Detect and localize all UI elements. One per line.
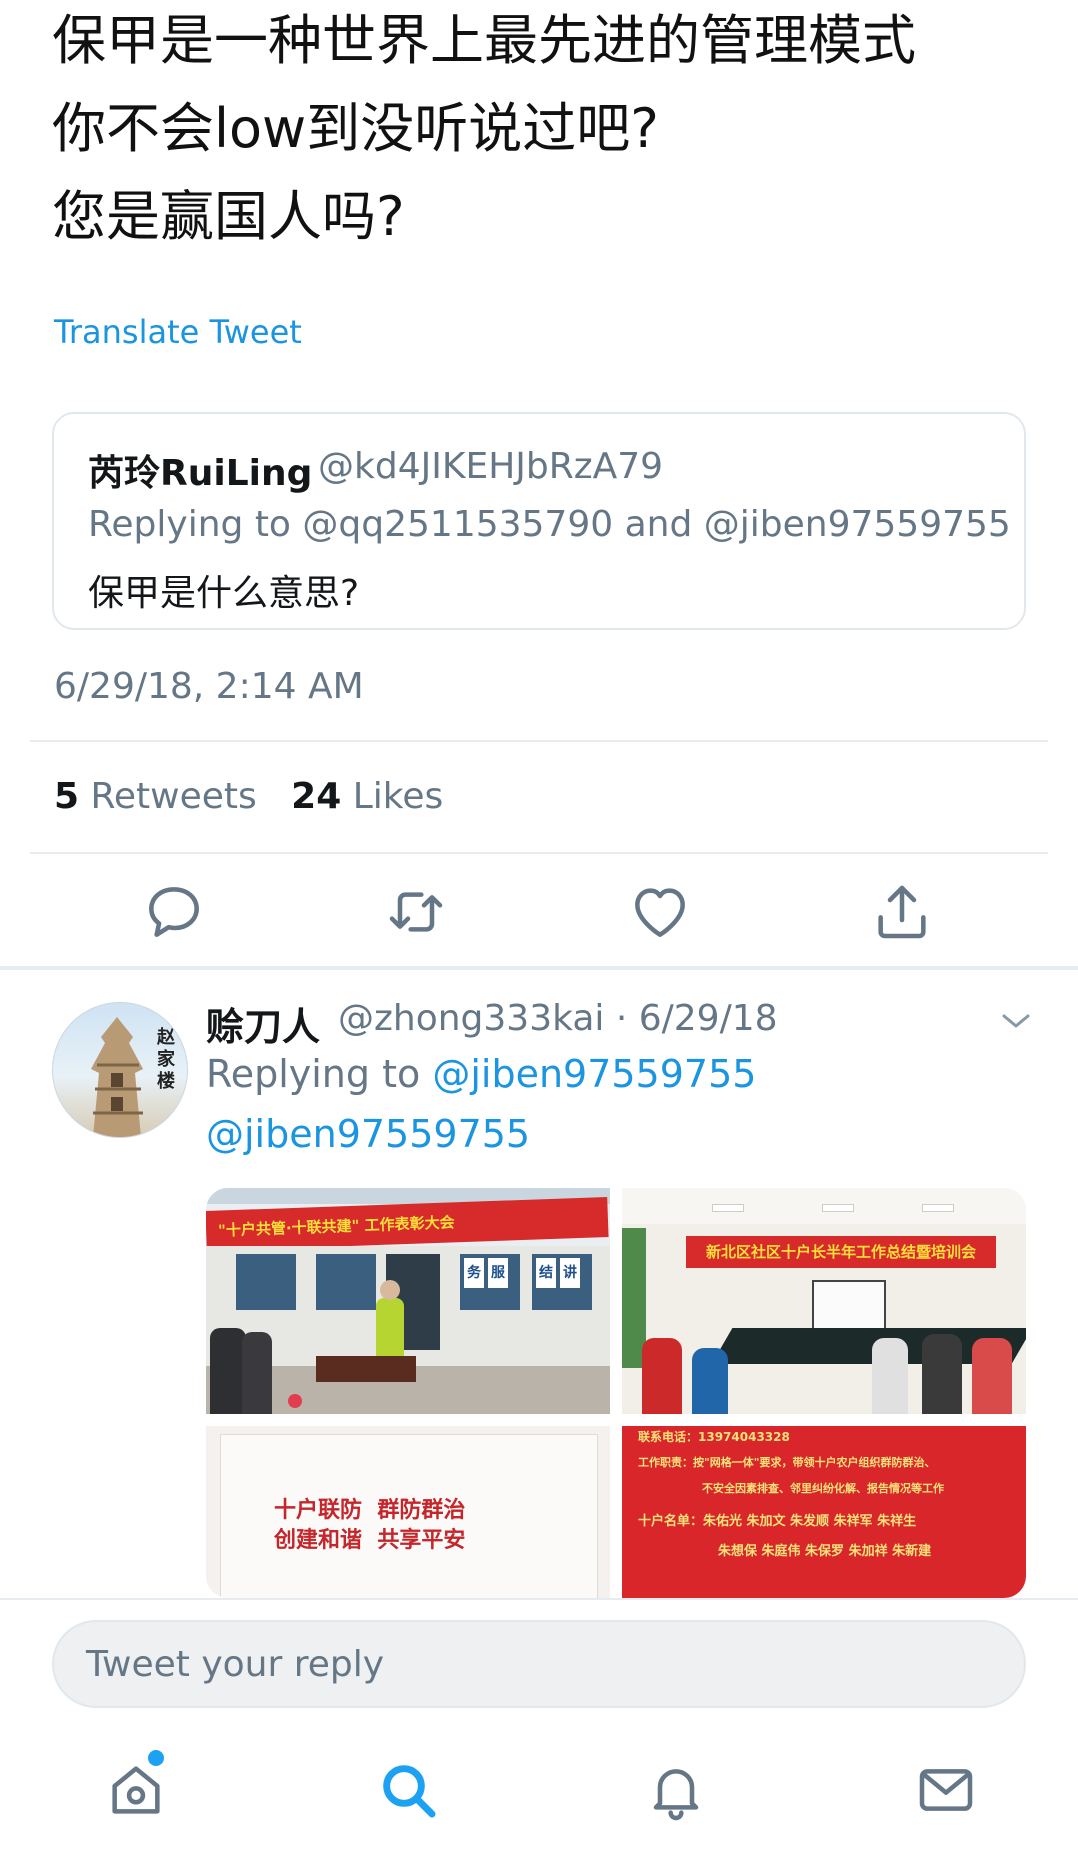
photo-2-light: [822, 1204, 854, 1212]
quoted-replying-to: Replying to @qq2511535790 and @jiben9755…: [88, 504, 1011, 545]
like-icon: [635, 888, 685, 937]
likes-label: Likes: [352, 776, 444, 817]
photo-grid: "十户共管·十联共建" 工作表彰大会 务 服 结 讲 新北区社区十户长半年工作总…: [206, 1188, 1026, 1598]
tweet-text-line-2: 你不会low到没听说过吧?: [52, 97, 659, 160]
chevron-down-icon: [1002, 1014, 1030, 1028]
photo-2-attendee: [922, 1334, 962, 1414]
photo-4-line-2: 工作职责：按"网格一体"要求，带领十户农户组织群防群治、: [638, 1456, 936, 1469]
reply-button[interactable]: [142, 880, 206, 944]
reply-input-placeholder: Tweet your reply: [86, 1644, 385, 1685]
search-icon: [383, 1765, 436, 1818]
retweet-button[interactable]: [384, 880, 448, 944]
photo-2-banner: 新北区社区十户长半年工作总结暨培训会: [686, 1236, 996, 1268]
quoted-author-name: 芮玲RuiLing: [88, 453, 313, 494]
avatar-char-2: 家: [157, 1048, 176, 1070]
photo-3-slogan-1: 十户联防 群防群治: [274, 1498, 466, 1523]
translate-tweet-link[interactable]: Translate Tweet: [54, 313, 302, 351]
tweet-text-line-1: 保甲是一种世界上最先进的管理模式: [52, 9, 916, 72]
photo-4-line-1: 联系电话：13974043328: [638, 1430, 790, 1444]
photo-4-line-4: 十户名单：朱佑光 朱加文 朱发顺 朱祥军 朱祥生: [638, 1514, 917, 1529]
tab-search[interactable]: [376, 1758, 440, 1822]
photo-1-podium: [316, 1356, 416, 1382]
retweets-count: 5: [54, 776, 80, 817]
home-icon: [112, 1766, 160, 1814]
likes-stat[interactable]: 24 Likes: [291, 776, 443, 817]
tab-messages[interactable]: [914, 1758, 978, 1822]
like-button[interactable]: [628, 880, 692, 944]
photo-2-attendee: [872, 1338, 908, 1414]
messages-icon: [919, 1769, 973, 1811]
quoted-author-handle: @kd4JIKEHJbRzA79: [318, 446, 664, 487]
likes-count: 24: [291, 776, 342, 817]
notifications-icon: [653, 1769, 699, 1821]
photo-1-sign: 务: [464, 1258, 484, 1288]
retweet-icon: [389, 892, 443, 932]
photo-1-person: [210, 1328, 246, 1414]
photo-4-line-3: 不安全因素排查、邻里纠纷化解、报告情况等工作: [702, 1482, 944, 1495]
photo-1-sign: 结: [536, 1258, 556, 1288]
reply-input[interactable]: Tweet your reply: [52, 1620, 1026, 1708]
tower-avatar-image: 赵 家 楼: [91, 1017, 176, 1137]
photo-2-attendee: [972, 1338, 1012, 1414]
quoted-tweet-card[interactable]: 芮玲RuiLing @kd4JIKEHJbRzA79 Replying to @…: [52, 412, 1026, 630]
photo-3-slogan-2: 创建和谐 共享平安: [274, 1528, 466, 1553]
retweets-label: Retweets: [90, 776, 257, 817]
photo-1-speaker-head: [380, 1280, 400, 1300]
tweet-text-line-3: 您是赢国人吗?: [52, 185, 405, 248]
avatar-char-1: 赵: [156, 1026, 176, 1048]
photo-1-flower: [288, 1394, 302, 1408]
photo-3[interactable]: 十户联防 群防群治 创建和谐 共享平安: [206, 1426, 610, 1598]
reply-author-handle-date: @zhong333kai · 6/29/18: [338, 998, 778, 1039]
retweets-stat[interactable]: 5 Retweets: [54, 776, 257, 817]
photo-1-window: [236, 1254, 296, 1310]
photo-2-light: [922, 1204, 954, 1212]
avatar-char-3: 楼: [157, 1070, 175, 1092]
engagement-stats: 5 Retweets 24 Likes: [54, 776, 443, 817]
home-new-dot: [148, 1750, 164, 1766]
tab-notifications[interactable]: [644, 1758, 708, 1822]
reply-icon: [149, 887, 199, 937]
divider: [30, 740, 1048, 742]
photo-1-banner: "十户共管·十联共建" 工作表彰大会: [206, 1196, 609, 1252]
photo-1-person: [242, 1332, 272, 1414]
share-icon: [878, 885, 926, 939]
replying-prefix: Replying to: [206, 1052, 421, 1096]
share-button[interactable]: [870, 880, 934, 944]
photo-1-sign: 服: [488, 1258, 508, 1288]
quoted-tweet-text: 保甲是什么意思?: [88, 573, 360, 614]
reply-author-name[interactable]: 赊刀人: [206, 996, 320, 1051]
photo-2-screen: [812, 1280, 886, 1330]
photo-2-attendee: [692, 1348, 728, 1414]
reply-replying-to: Replying to @jiben97559755: [206, 1052, 756, 1096]
photo-1[interactable]: "十户共管·十联共建" 工作表彰大会 务 服 结 讲: [206, 1188, 610, 1414]
reply-mention-link[interactable]: @jiben97559755: [206, 1112, 530, 1156]
divider: [30, 852, 1048, 854]
photo-2-attendee: [642, 1338, 682, 1414]
tab-home[interactable]: [104, 1758, 168, 1822]
photo-4[interactable]: 联系电话：13974043328 工作职责：按"网格一体"要求，带领十户农户组织…: [622, 1426, 1026, 1598]
tweet-timestamp: 6/29/18, 2:14 AM: [54, 666, 364, 707]
photo-4-line-5: 朱想保 朱庭伟 朱保罗 朱加祥 朱新建: [718, 1544, 932, 1559]
photo-2-light: [712, 1204, 744, 1212]
photo-2[interactable]: 新北区社区十户长半年工作总结暨培训会: [622, 1188, 1026, 1414]
tweet-menu-button[interactable]: [996, 1006, 1036, 1036]
photo-1-sign: 讲: [560, 1258, 580, 1288]
photo-1-window: [316, 1254, 376, 1310]
replying-handle-link[interactable]: @jiben97559755: [432, 1052, 756, 1096]
section-separator: [0, 966, 1078, 970]
avatar[interactable]: 赵 家 楼: [52, 1002, 188, 1138]
